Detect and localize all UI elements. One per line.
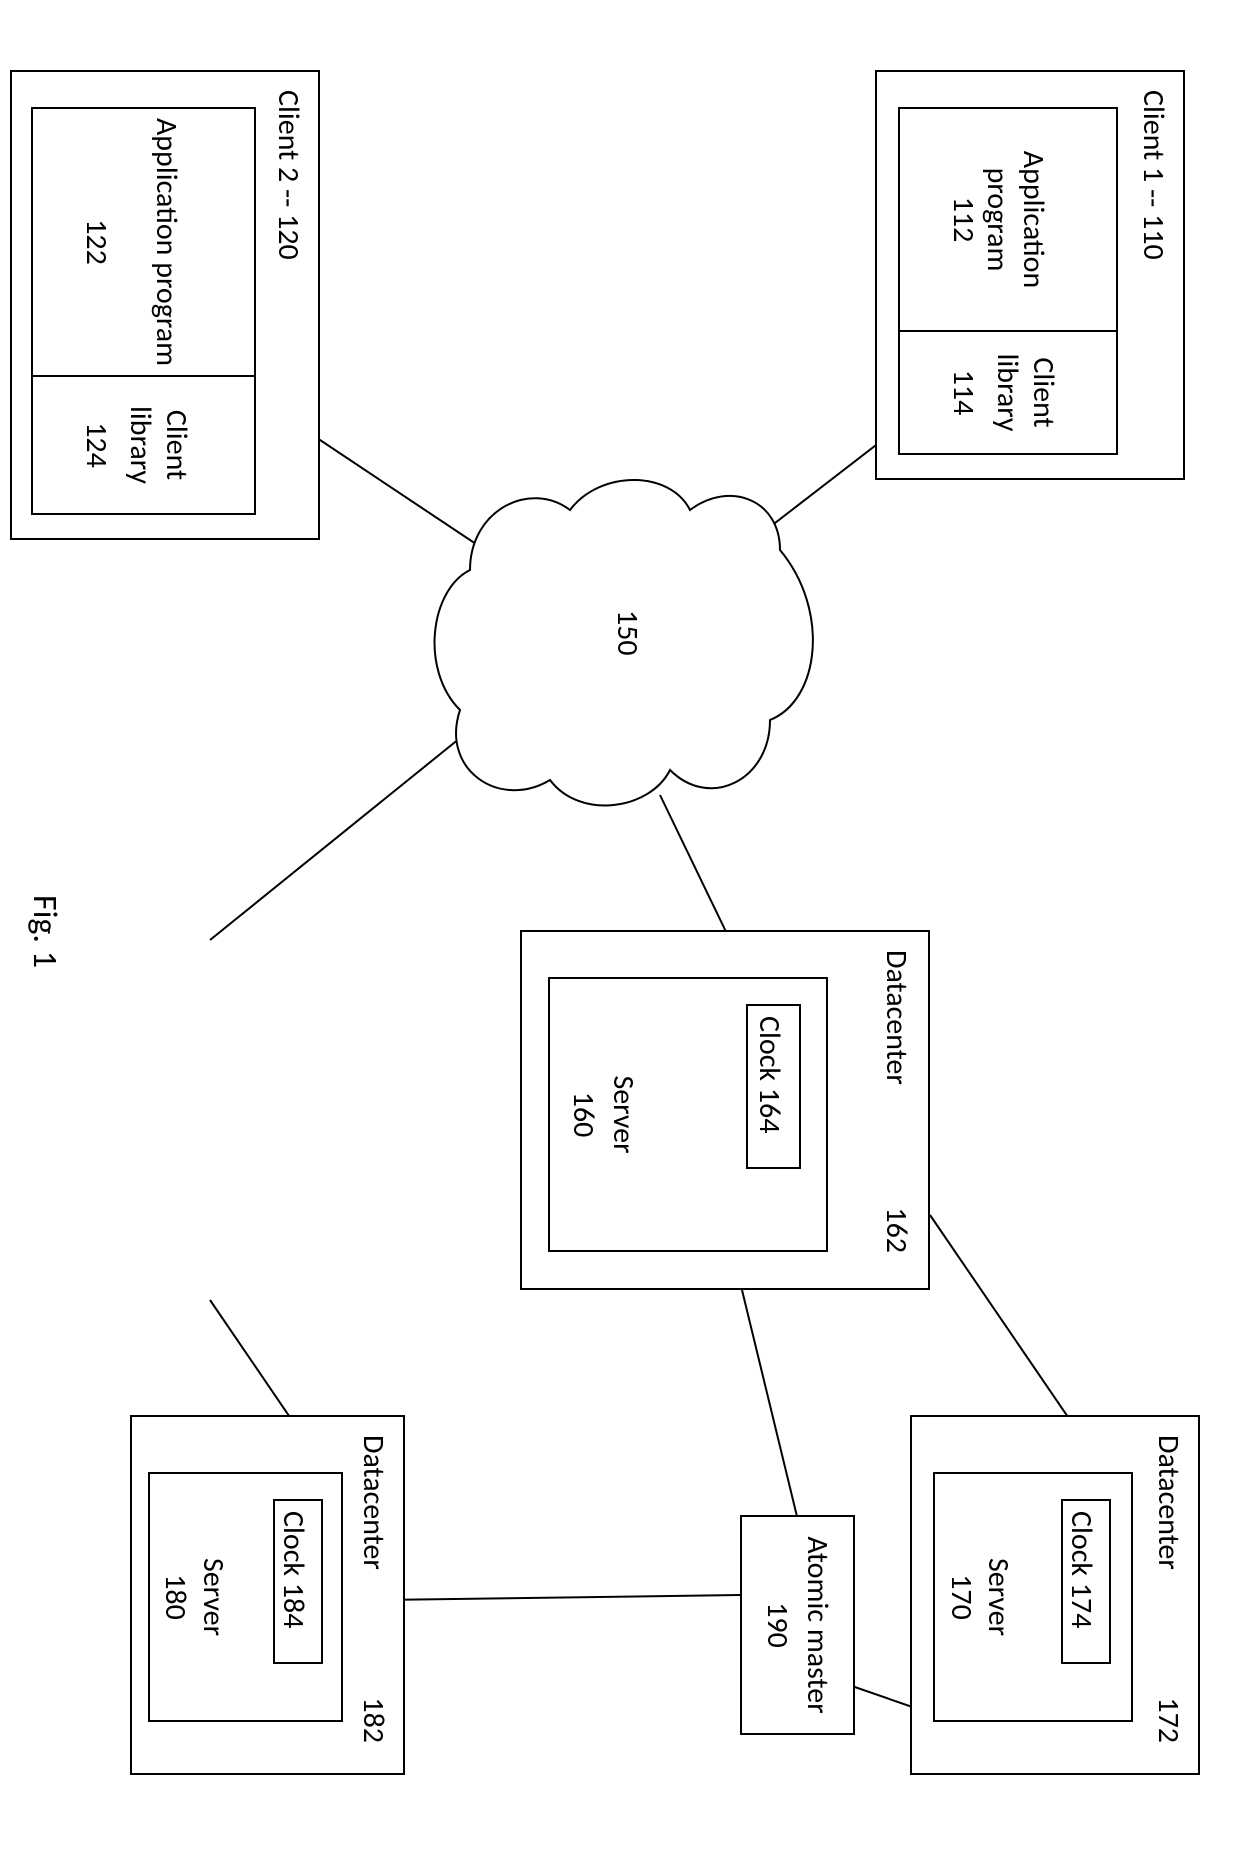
client2-app-label: Application program (148, 109, 184, 375)
clock-center-box: Clock 164 (746, 1004, 801, 1169)
server-top-ref: 170 (943, 1474, 979, 1720)
datacenter-bottom-title: Datacenter (355, 1435, 391, 1570)
server-top-label: Server (980, 1474, 1016, 1720)
datacenter-top-box: Datacenter 172 Clock 174 Server 170 (910, 1415, 1200, 1775)
client2-title: Client 2 -- 120 (270, 90, 306, 260)
server-top-box: Clock 174 Server 170 (933, 1472, 1133, 1722)
client1-app-box: Application program 112 (898, 107, 1118, 332)
client1-lib-ref: 114 (945, 332, 981, 453)
client2-box: Client 2 -- 120 Application program 122 … (10, 70, 320, 540)
clock-top-label: Clock 174 (1063, 1511, 1099, 1628)
server-center-label: Server (605, 979, 641, 1250)
server-bottom-box: Clock 184 Server 180 (148, 1472, 343, 1722)
atomic-master-label: Atomic master (799, 1517, 835, 1733)
client1-title: Client 1 -- 110 (1135, 90, 1171, 260)
datacenter-bottom-box: Datacenter 182 Clock 184 Server 180 (130, 1415, 405, 1775)
clock-bottom-label: Clock 184 (275, 1511, 311, 1628)
server-bottom-ref: 180 (157, 1474, 193, 1720)
clock-top-box: Clock 174 (1061, 1499, 1111, 1664)
datacenter-center-box: Datacenter 162 Clock 164 Server 160 (520, 930, 930, 1290)
atomic-master-ref: 190 (759, 1517, 795, 1733)
datacenter-center-ref: 162 (878, 1207, 914, 1253)
client1-app-ref: 112 (945, 109, 981, 330)
client2-app-ref: 122 (78, 109, 114, 375)
client1-app-label: Application program (979, 109, 1051, 330)
figure-caption: Fig. 1 (24, 895, 65, 968)
clock-center-label: Clock 164 (751, 1016, 787, 1133)
client1-lib-box: Client library 114 (898, 330, 1118, 455)
server-center-ref: 160 (565, 979, 601, 1250)
datacenter-bottom-ref: 182 (355, 1697, 391, 1743)
atomic-master-box: Atomic master 190 (740, 1515, 855, 1735)
diagram-canvas: 150 Client 1 -- 110 Application program … (0, 0, 1240, 1855)
server-bottom-label: Server (195, 1474, 231, 1720)
cloud-ref-label: 150 (609, 610, 645, 656)
clock-bottom-box: Clock 184 (273, 1499, 323, 1664)
client2-lib-box: Client library 124 (31, 375, 256, 515)
client2-app-box: Application program 122 (31, 107, 256, 377)
server-center-box: Clock 164 Server 160 (548, 977, 828, 1252)
client2-lib-ref: 124 (78, 377, 114, 513)
datacenter-top-title: Datacenter (1150, 1435, 1186, 1570)
datacenter-center-title: Datacenter (878, 950, 914, 1085)
client1-box: Client 1 -- 110 Application program 112 … (875, 70, 1185, 480)
datacenter-top-ref: 172 (1150, 1697, 1186, 1743)
client2-lib-label: Client library (122, 377, 194, 513)
client1-lib-label: Client library (989, 332, 1061, 453)
